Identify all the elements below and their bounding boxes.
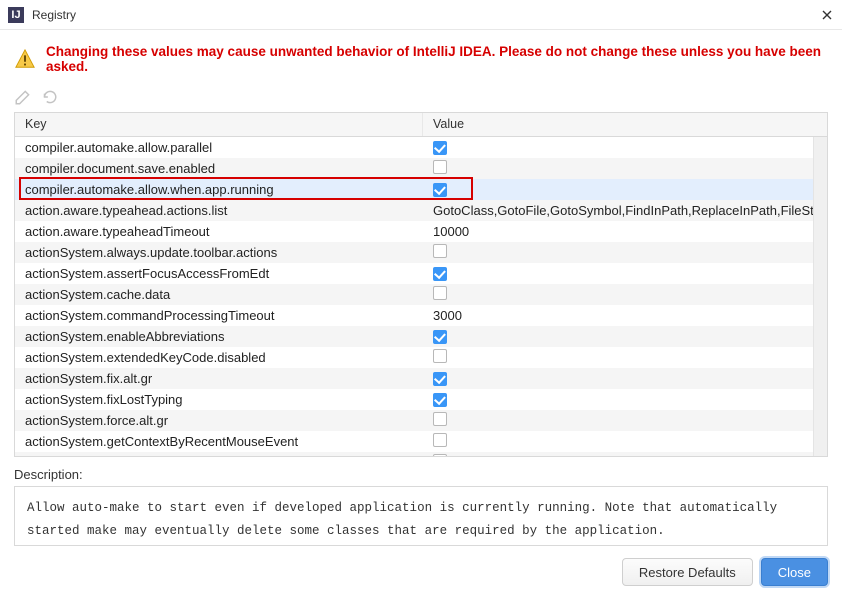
scrollbar[interactable]	[813, 137, 827, 457]
registry-key: compiler.document.save.enabled	[15, 161, 423, 176]
table-row[interactable]: actionSystem.commandProcessingTimeout300…	[15, 305, 827, 326]
checkbox[interactable]	[433, 393, 447, 407]
registry-value[interactable]	[423, 349, 827, 366]
checkbox[interactable]	[433, 183, 447, 197]
registry-key: action.aware.typeahead.actions.list	[15, 203, 423, 218]
table-body[interactable]: compiler.automake.allow.parallel compiler…	[15, 137, 827, 457]
registry-value[interactable]	[423, 140, 827, 156]
registry-value[interactable]	[423, 286, 827, 303]
table-row[interactable]: actionSystem.enableAbbreviations	[15, 326, 827, 347]
checkbox[interactable]	[433, 141, 447, 155]
checkbox[interactable]	[433, 286, 447, 300]
checkbox[interactable]	[433, 372, 447, 386]
checkbox[interactable]	[433, 349, 447, 363]
warning-icon	[14, 48, 36, 70]
description-label: Description:	[14, 467, 828, 482]
registry-key: compiler.automake.allow.parallel	[15, 140, 423, 155]
close-button[interactable]: Close	[761, 558, 828, 586]
registry-value[interactable]	[423, 266, 827, 282]
table-row[interactable]: actionSystem.getContextByRecentMouseEven…	[15, 431, 827, 452]
checkbox[interactable]	[433, 412, 447, 426]
checkbox[interactable]	[433, 267, 447, 281]
restore-defaults-button[interactable]: Restore Defaults	[622, 558, 753, 586]
table-row[interactable]: action.aware.typeaheadTimeout10000	[15, 221, 827, 242]
table-row[interactable]: actionSystem.fix.alt.gr	[15, 368, 827, 389]
app-icon: IJ	[8, 7, 24, 23]
registry-key: actionSystem.honor.modal.context	[15, 455, 423, 457]
registry-value[interactable]	[423, 412, 827, 429]
toolbar	[0, 88, 842, 112]
table-row[interactable]: actionSystem.always.update.toolbar.actio…	[15, 242, 827, 263]
registry-value[interactable]: GotoClass,GotoFile,GotoSymbol,FindInPath…	[423, 203, 827, 218]
checkbox[interactable]	[433, 330, 447, 344]
checkbox[interactable]	[433, 433, 447, 447]
warning-banner: Changing these values may cause unwanted…	[0, 30, 842, 88]
registry-key: actionSystem.fixLostTyping	[15, 392, 423, 407]
registry-key: actionSystem.cache.data	[15, 287, 423, 302]
registry-value[interactable]	[423, 182, 827, 198]
registry-value[interactable]	[423, 433, 827, 450]
registry-value[interactable]: 3000	[423, 308, 827, 323]
registry-key: action.aware.typeaheadTimeout	[15, 224, 423, 239]
table-row[interactable]: compiler.automake.allow.parallel	[15, 137, 827, 158]
registry-key: actionSystem.fix.alt.gr	[15, 371, 423, 386]
registry-value[interactable]	[423, 329, 827, 345]
title-bar: IJ Registry	[0, 0, 842, 30]
registry-key: actionSystem.getContextByRecentMouseEven…	[15, 434, 423, 449]
registry-value[interactable]	[423, 454, 827, 457]
registry-key: actionSystem.force.alt.gr	[15, 413, 423, 428]
registry-key: actionSystem.assertFocusAccessFromEdt	[15, 266, 423, 281]
description-text: Allow auto-make to start even if develop…	[14, 486, 828, 546]
registry-value[interactable]	[423, 371, 827, 387]
dialog-footer: Restore Defaults Close	[622, 558, 828, 586]
table-row[interactable]: compiler.document.save.enabled	[15, 158, 827, 179]
table-row[interactable]: actionSystem.force.alt.gr	[15, 410, 827, 431]
table-row[interactable]: actionSystem.cache.data	[15, 284, 827, 305]
table-header: Key Value	[15, 113, 827, 137]
table-row[interactable]: actionSystem.honor.modal.context	[15, 452, 827, 457]
checkbox[interactable]	[433, 160, 447, 174]
registry-key: compiler.automake.allow.when.app.running	[15, 182, 423, 197]
window-close-button[interactable]	[820, 8, 834, 22]
registry-key: actionSystem.enableAbbreviations	[15, 329, 423, 344]
edit-icon[interactable]	[14, 88, 32, 106]
registry-key: actionSystem.commandProcessingTimeout	[15, 308, 423, 323]
registry-key: actionSystem.extendedKeyCode.disabled	[15, 350, 423, 365]
revert-icon[interactable]	[40, 88, 58, 106]
registry-value[interactable]	[423, 392, 827, 408]
table-row[interactable]: action.aware.typeahead.actions.listGotoC…	[15, 200, 827, 221]
checkbox[interactable]	[433, 454, 447, 457]
window-title: Registry	[32, 8, 820, 22]
table-row[interactable]: actionSystem.fixLostTyping	[15, 389, 827, 410]
registry-value[interactable]	[423, 244, 827, 261]
column-header-key[interactable]: Key	[15, 113, 423, 136]
registry-value[interactable]	[423, 160, 827, 177]
table-row[interactable]: actionSystem.assertFocusAccessFromEdt	[15, 263, 827, 284]
column-header-value[interactable]: Value	[423, 113, 827, 136]
registry-key: actionSystem.always.update.toolbar.actio…	[15, 245, 423, 260]
registry-value[interactable]: 10000	[423, 224, 827, 239]
warning-text: Changing these values may cause unwanted…	[46, 44, 826, 74]
checkbox[interactable]	[433, 244, 447, 258]
registry-table: Key Value compiler.automake.allow.parall…	[14, 112, 828, 457]
table-row[interactable]: compiler.automake.allow.when.app.running	[15, 179, 827, 200]
table-row[interactable]: actionSystem.extendedKeyCode.disabled	[15, 347, 827, 368]
